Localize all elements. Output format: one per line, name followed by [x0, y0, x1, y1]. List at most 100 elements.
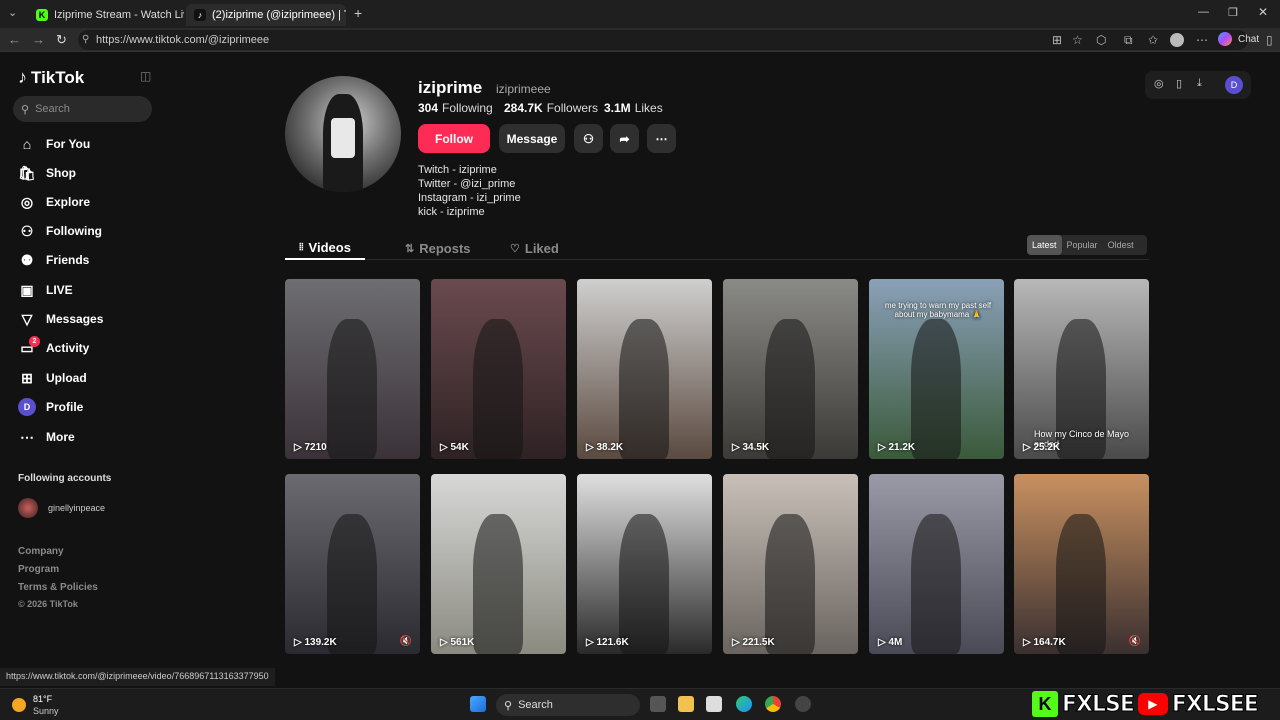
- reload-icon[interactable]: ↻: [56, 32, 67, 48]
- video-thumbnail[interactable]: me trying to warn my past self about my …: [869, 279, 1004, 459]
- play-icon: ▷: [440, 442, 451, 453]
- tab-tiktok[interactable]: ♪ (2)iziprime (@iziprimeee) | TikTok ✕: [186, 4, 346, 26]
- view-count: ▷ 4M: [878, 637, 902, 648]
- thumbnail-figure: [327, 514, 377, 654]
- thumbnail-figure: [473, 514, 523, 654]
- view-count-value: 121.6K: [596, 637, 629, 648]
- more-options-icon[interactable]: ⋯: [1196, 33, 1208, 47]
- thumbnail-figure: [765, 514, 815, 654]
- muted-icon: 🔇: [1128, 636, 1141, 647]
- video-thumbnail[interactable]: ▷ 164.7K 🔇: [1014, 474, 1149, 654]
- kick-logo-icon: K: [1032, 691, 1058, 717]
- view-count: ▷ 38.2K: [586, 442, 623, 453]
- view-count: ▷ 34.5K: [732, 442, 769, 453]
- play-icon: ▷: [1023, 442, 1034, 453]
- tab-title: (2)iziprime (@iziprimeee) | TikTok: [212, 9, 346, 21]
- url-text: https://www.tiktok.com/@iziprimeee: [96, 34, 270, 46]
- play-icon: ▷: [1023, 637, 1034, 648]
- view-count: ▷ 7210: [294, 442, 327, 453]
- view-count-value: 561K: [450, 637, 475, 648]
- view-count-value: 54K: [450, 442, 469, 453]
- address-bar: ← → ↻ ⚲ https://www.tiktok.com/@iziprime…: [0, 28, 1280, 52]
- tab-title: Iziprime Stream - Watch Live: [54, 9, 184, 21]
- taskbar-search-label: Search: [518, 699, 553, 711]
- view-count: ▷ 121.6K: [586, 637, 629, 648]
- play-icon: ▷: [294, 637, 305, 648]
- sidebar-icon[interactable]: ▯: [1266, 33, 1273, 47]
- forward-icon[interactable]: →: [32, 32, 45, 47]
- video-grid: ▷ 7210 ▷ 54K ▷ 38.2K ▷ 34.5K me trying to wa…: [0, 53, 1280, 667]
- youtube-logo-icon: ▶: [1137, 693, 1168, 715]
- view-count-value: 34.5K: [742, 442, 770, 453]
- video-top-caption: me trying to warn my past self about my …: [884, 301, 992, 319]
- view-count: ▷ 139.2K: [294, 637, 337, 648]
- profile-avatar-icon[interactable]: [1170, 33, 1184, 47]
- maximize-icon[interactable]: ❐: [1228, 6, 1238, 19]
- video-thumbnail[interactable]: ▷ 54K: [431, 279, 566, 459]
- play-icon: ▷: [732, 637, 743, 648]
- weather-desc: Sunny: [33, 706, 59, 716]
- obs-icon[interactable]: [795, 696, 811, 712]
- view-count-value: 221.5K: [742, 637, 775, 648]
- view-count-value: 7210: [304, 442, 327, 453]
- thumbnail-figure: [619, 319, 669, 459]
- play-icon: ▷: [294, 442, 305, 453]
- chrome-icon[interactable]: [765, 696, 781, 712]
- video-thumbnail[interactable]: ▷ 561K: [431, 474, 566, 654]
- view-count-value: 4M: [888, 637, 903, 648]
- favorites-icon[interactable]: ✩: [1148, 33, 1158, 47]
- tab-menu-icon[interactable]: ⌄: [8, 6, 17, 19]
- view-count: ▷ 561K: [440, 637, 474, 648]
- chat-label[interactable]: Chat: [1238, 34, 1259, 45]
- watermark-text: FXLSEE: [1171, 691, 1259, 717]
- edge-icon[interactable]: [736, 696, 752, 712]
- split-icon[interactable]: ⧉: [1124, 33, 1133, 48]
- video-thumbnail[interactable]: ▷ 139.2K 🔇: [285, 474, 420, 654]
- video-thumbnail[interactable]: ▷ 221.5K: [723, 474, 858, 654]
- play-icon: ▷: [586, 442, 597, 453]
- store-icon[interactable]: [706, 696, 722, 712]
- tab-stream[interactable]: K Iziprime Stream - Watch Live ✕: [28, 4, 184, 26]
- close-window-icon[interactable]: ✕: [1258, 5, 1268, 19]
- start-icon[interactable]: [470, 696, 486, 712]
- video-thumbnail[interactable]: ▷ 121.6K: [577, 474, 712, 654]
- thumbnail-figure: [619, 514, 669, 654]
- favorite-star-icon[interactable]: ☆: [1072, 33, 1083, 47]
- weather-temp[interactable]: 81°F: [33, 694, 52, 704]
- search-icon: ⚲: [504, 699, 513, 712]
- thumbnail-figure: [1056, 514, 1106, 654]
- watermark-text: FXLSE: [1062, 691, 1136, 717]
- view-count-value: 25.2K: [1033, 442, 1061, 453]
- view-count-value: 38.2K: [596, 442, 624, 453]
- video-thumbnail[interactable]: ▷ 4M: [869, 474, 1004, 654]
- video-thumbnail[interactable]: How my Cinco de Mayo ended ▷ 25.2K: [1014, 279, 1149, 459]
- task-view-icon[interactable]: [650, 696, 666, 712]
- minimize-icon[interactable]: —: [1198, 6, 1209, 18]
- status-bar-url: https://www.tiktok.com/@iziprimeee/video…: [0, 668, 275, 686]
- extensions-icon[interactable]: ⬡: [1096, 33, 1106, 47]
- thumbnail-figure: [911, 514, 961, 654]
- copilot-icon[interactable]: [1218, 32, 1232, 46]
- sun-icon: [12, 698, 26, 712]
- thumbnail-figure: [327, 319, 377, 459]
- new-tab-button[interactable]: +: [354, 5, 362, 21]
- view-count-value: 139.2K: [304, 637, 337, 648]
- apps-icon[interactable]: ⊞: [1052, 33, 1062, 47]
- view-count: ▷ 21.2K: [878, 442, 915, 453]
- back-icon[interactable]: ←: [8, 32, 21, 47]
- play-icon: ▷: [732, 442, 743, 453]
- view-count: ▷ 25.2K: [1023, 442, 1060, 453]
- video-thumbnail[interactable]: ▷ 7210: [285, 279, 420, 459]
- video-thumbnail[interactable]: ▷ 34.5K: [723, 279, 858, 459]
- view-count: ▷ 54K: [440, 442, 469, 453]
- video-thumbnail[interactable]: ▷ 38.2K: [577, 279, 712, 459]
- play-icon: ▷: [440, 637, 451, 648]
- taskbar-search[interactable]: ⚲ Search: [496, 694, 640, 716]
- watermark: K FXLSE ▶ FXLSEE: [1032, 688, 1280, 720]
- view-count: ▷ 221.5K: [732, 637, 775, 648]
- play-icon: ▷: [586, 637, 597, 648]
- tiktok-favicon-icon: ♪: [194, 9, 206, 21]
- file-explorer-icon[interactable]: [678, 696, 694, 712]
- site-info-icon[interactable]: ⚲: [82, 30, 89, 50]
- browser-tab-strip: ⌄ K Iziprime Stream - Watch Live ✕ ♪ (2)…: [0, 0, 1280, 28]
